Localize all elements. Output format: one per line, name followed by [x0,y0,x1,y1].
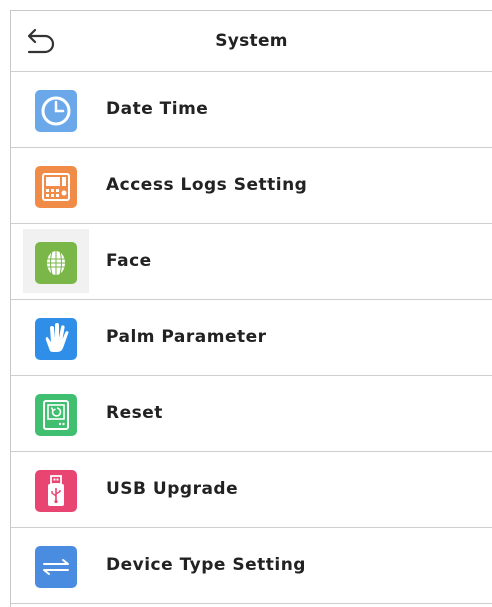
menu-item-label: Date Time [106,99,209,119]
icon-container [23,153,89,217]
face-icon [35,242,77,284]
menu-item-usb-upgrade[interactable]: USB Upgrade [11,452,492,528]
icon-container [23,533,89,597]
reset-icon [35,394,77,436]
menu-item-date-time[interactable]: Date Time [11,72,492,148]
menu-item-access-logs-setting[interactable]: Access Logs Setting [11,148,492,224]
icon-container [23,457,89,521]
menu-item-label: USB Upgrade [106,479,239,499]
menu-item-label: Device Type Setting [106,555,306,575]
menu-item-label: Palm Parameter [106,327,267,347]
page-title: System [215,31,288,51]
icon-container [23,305,89,369]
menu-item-face[interactable]: Face [11,224,492,300]
icon-container [23,77,89,141]
icon-container [23,229,89,293]
header-bar: System [11,11,492,72]
system-screen: System Date Time Access Logs Setting Fac… [10,10,492,607]
palm-icon [35,318,77,360]
menu-item-label: Reset [106,403,163,423]
menu-item-reset[interactable]: Reset [11,376,492,452]
menu-item-label: Face [106,251,152,271]
clock-icon [35,90,77,132]
attendance-terminal-icon [35,166,77,208]
swap-arrows-icon [35,546,77,588]
menu-item-palm-parameter[interactable]: Palm Parameter [11,300,492,376]
menu-item-device-type-setting[interactable]: Device Type Setting [11,528,492,604]
usb-icon [35,470,77,512]
icon-container [23,381,89,445]
menu-item-label: Access Logs Setting [106,175,308,195]
